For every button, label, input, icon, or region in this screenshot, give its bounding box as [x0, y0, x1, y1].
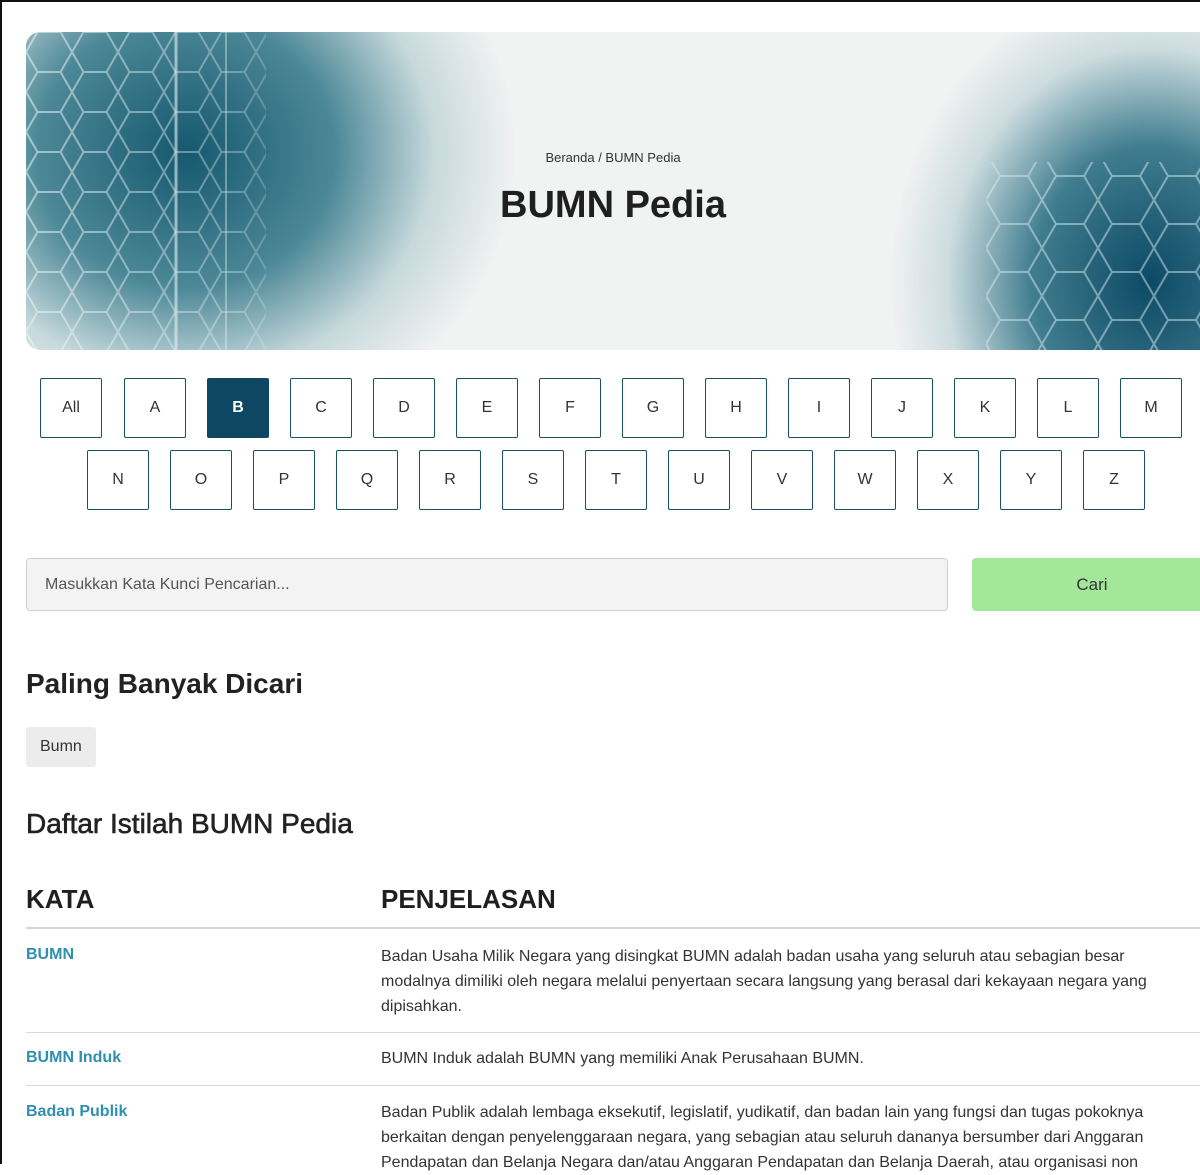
search-input[interactable] — [26, 558, 948, 611]
glossary-heading: Daftar Istilah BUMN Pedia — [26, 808, 353, 840]
letter-all[interactable]: All — [40, 378, 102, 438]
column-header-term: KATA — [26, 884, 95, 914]
letter-t[interactable]: T — [585, 450, 647, 510]
letter-j[interactable]: J — [871, 378, 933, 438]
letter-y[interactable]: Y — [1000, 450, 1062, 510]
search-button[interactable]: Cari — [972, 558, 1200, 611]
letter-f[interactable]: F — [539, 378, 601, 438]
letter-b[interactable]: B — [207, 378, 269, 438]
table-header-divider — [26, 927, 1200, 929]
letter-a[interactable]: A — [124, 378, 186, 438]
letter-w[interactable]: W — [834, 450, 896, 510]
letter-v[interactable]: V — [751, 450, 813, 510]
letter-x[interactable]: X — [917, 450, 979, 510]
letter-q[interactable]: Q — [336, 450, 398, 510]
letter-r[interactable]: R — [419, 450, 481, 510]
column-header-description: PENJELASAN — [381, 884, 556, 914]
row-divider — [26, 1032, 1200, 1033]
letter-k[interactable]: K — [954, 378, 1016, 438]
page-title: BUMN Pedia — [500, 184, 726, 226]
letter-l[interactable]: L — [1037, 378, 1099, 438]
letter-g[interactable]: G — [622, 378, 684, 438]
letter-s[interactable]: S — [502, 450, 564, 510]
letter-n[interactable]: N — [87, 450, 149, 510]
letter-z[interactable]: Z — [1083, 450, 1145, 510]
popular-tag[interactable]: Bumn — [26, 727, 96, 767]
letter-u[interactable]: U — [668, 450, 730, 510]
term-link[interactable]: Badan Publik — [26, 1103, 127, 1121]
popular-heading: Paling Banyak Dicari — [26, 668, 304, 699]
term-description: BUMN Induk adalah BUMN yang memiliki Ana… — [381, 1050, 864, 1067]
letter-o[interactable]: O — [170, 450, 232, 510]
breadcrumb-text: Beranda / BUMN Pedia — [545, 150, 681, 165]
term-description: Badan Usaha Milik Negara yang disingkat … — [381, 948, 1147, 1015]
hero-banner: Beranda / BUMN Pedia BUMN Pedia — [26, 32, 1200, 350]
letter-i[interactable]: I — [788, 378, 850, 438]
letter-h[interactable]: H — [705, 378, 767, 438]
letter-m[interactable]: M — [1120, 378, 1182, 438]
row-divider — [26, 1085, 1200, 1086]
letter-e[interactable]: E — [456, 378, 518, 438]
letter-c[interactable]: C — [290, 378, 352, 438]
term-link[interactable]: BUMN Induk — [26, 1049, 121, 1067]
letter-d[interactable]: D — [373, 378, 435, 438]
term-link[interactable]: BUMN — [26, 946, 74, 964]
letter-p[interactable]: P — [253, 450, 315, 510]
breadcrumb: Beranda / BUMN Pedia — [26, 150, 1200, 165]
